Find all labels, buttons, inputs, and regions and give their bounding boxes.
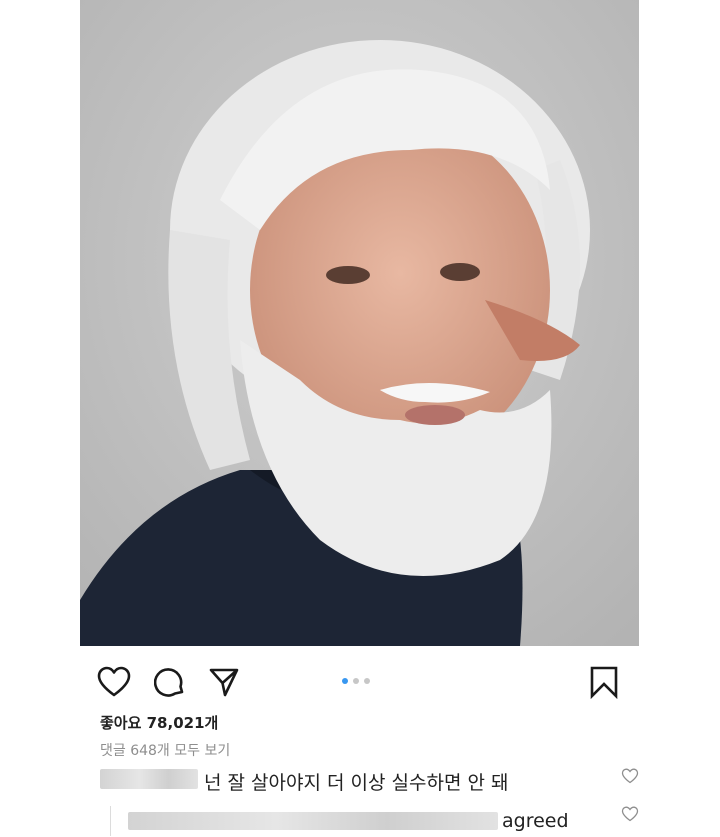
heart-outline-icon (621, 768, 639, 784)
heart-outline-icon (621, 806, 639, 822)
like-count[interactable]: 좋아요 78,021개 (100, 712, 218, 733)
share-button[interactable] (206, 664, 242, 700)
comment-author-redacted (128, 812, 498, 830)
save-button[interactable] (586, 664, 622, 700)
comment-item: 넌 잘 살아야지 더 이상 실수하면 안 돼 (100, 766, 639, 794)
carousel-dot (364, 678, 370, 684)
post-frame: 좋아요 78,021개 댓글 648개 모두 보기 넌 잘 살아야지 더 이상 … (80, 0, 639, 837)
comment-icon (154, 668, 184, 697)
carousel-dot (342, 678, 348, 684)
comment-text: 넌 잘 살아야지 더 이상 실수하면 안 돼 (204, 772, 509, 794)
bookmark-icon (590, 666, 618, 699)
heart-icon (97, 666, 131, 697)
send-icon (209, 668, 239, 697)
carousel-dot (353, 678, 359, 684)
post-action-bar (80, 660, 639, 704)
comment-like-button[interactable] (620, 766, 640, 786)
view-all-comments-link[interactable]: 댓글 648개 모두 보기 (100, 740, 230, 760)
comment-like-button[interactable] (620, 804, 640, 824)
comment-button[interactable] (152, 664, 188, 700)
comment-author-redacted (100, 769, 198, 789)
comment-text: agreed (502, 810, 569, 832)
carousel-indicator (342, 678, 370, 684)
like-button[interactable] (96, 664, 132, 700)
post-image[interactable] (80, 0, 639, 646)
comment-item: agreed (100, 806, 639, 836)
